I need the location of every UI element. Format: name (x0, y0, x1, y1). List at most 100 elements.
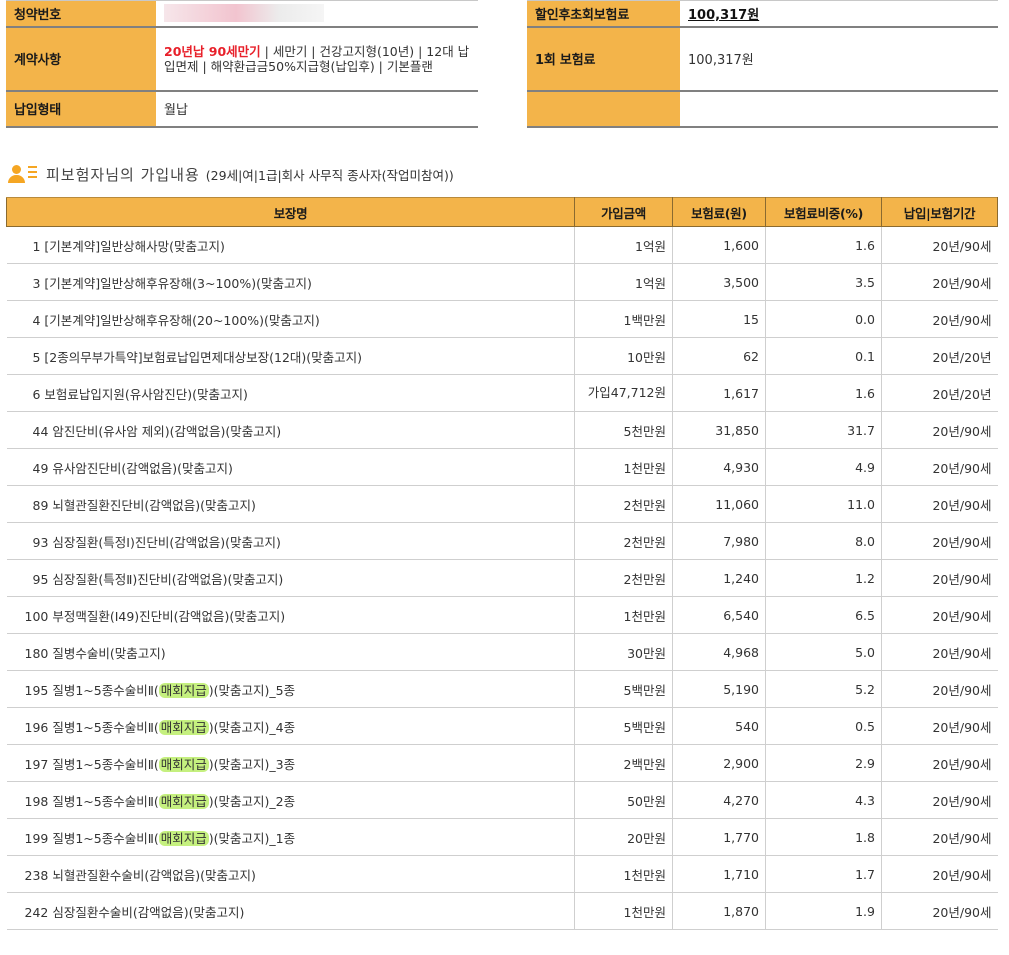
table-row: 93 심장질환(특정Ⅰ)진단비(감액없음)(맞춤고지) 2천만원 7,980 8.0 2… (6, 522, 998, 560)
premium-share: 6.5 (765, 596, 882, 634)
premium-value: 4,968 (672, 633, 766, 671)
insured-amount: 5천만원 (574, 411, 673, 449)
premium-share: 1.2 (765, 559, 882, 597)
coverage-name: 195 질병1~5종수술비Ⅱ(매회지급)(맞춤고지)_5종 (6, 670, 575, 708)
premium-value: 62 (672, 337, 766, 375)
coverage-name: 196 질병1~5종수술비Ⅱ(매회지급)(맞춤고지)_4종 (6, 707, 575, 745)
table-row: 89 뇌혈관질환진단비(감액없음)(맞춤고지) 2천만원 11,060 11.0 20년… (6, 485, 998, 523)
payment-period: 20년/90세 (881, 781, 998, 819)
coverage-header-row: 보장명 가입금액 보험료(원) 보험료비중(%) 납입|보험기간 (6, 197, 998, 227)
discounted-first-premium-label: 할인후초회보험료 (527, 0, 680, 28)
premium-share: 0.1 (765, 337, 882, 375)
insured-amount: 가입47,712원 (574, 374, 673, 412)
table-row: 5 [2종의무부가특약]보험료납입면제대상보장(12대)(맞춤고지) 10만원 62… (6, 337, 998, 375)
premium-value: 5,190 (672, 670, 766, 708)
coverage-name: 6 보험료납입지원(유사암진단)(맞춤고지) (6, 374, 575, 412)
coverage-name: 242 심장질환수술비(감액없음)(맞춤고지) (6, 892, 575, 930)
table-row: 180 질병수술비(맞춤고지) 30만원 4,968 5.0 20년/90세 (6, 633, 998, 671)
insured-amount: 1백만원 (574, 300, 673, 338)
col-premium-share: 보험료비중(%) (765, 197, 882, 227)
premium-share: 1.6 (765, 226, 882, 264)
coverage-name: 3 [기본계약]일반상해후유장해(3~100%)(맞춤고지) (6, 263, 575, 301)
coverage-name: 198 질병1~5종수술비Ⅱ(매회지급)(맞춤고지)_2종 (6, 781, 575, 819)
col-insured-amount: 가입금액 (574, 197, 673, 227)
table-row: 195 질병1~5종수술비Ⅱ(매회지급)(맞춤고지)_5종 5백만원 5,190 5.… (6, 670, 998, 708)
coverage-name: 44 암진단비(유사암 제외)(감액없음)(맞춤고지) (6, 411, 575, 449)
payment-period: 20년/20년 (881, 337, 998, 375)
insured-amount: 2백만원 (574, 744, 673, 782)
col-payment-period: 납입|보험기간 (881, 197, 998, 227)
insured-amount: 1천만원 (574, 448, 673, 486)
insured-profile: (29세|여|1급|회사 사무직 종사자(작업미참여)) (205, 167, 454, 183)
insured-amount: 1억원 (574, 226, 673, 264)
application-number-label: 청약번호 (6, 0, 156, 28)
coverage-rows: 1 [기본계약]일반상해사망(맞춤고지) 1억원 1,600 1.6 20년/90세 3 … (6, 226, 998, 930)
premium-share: 0.0 (765, 300, 882, 338)
insured-amount: 5백만원 (574, 707, 673, 745)
coverage-name: 93 심장질환(특정Ⅰ)진단비(감액없음)(맞춤고지) (6, 522, 575, 560)
contract-terms-highlight: 20년납 90세만기 (164, 43, 261, 59)
premium-value: 31,850 (672, 411, 766, 449)
table-row: 100 부정맥질환(Ⅰ49)진단비(감액없음)(맞춤고지) 1천만원 6,540 6.… (6, 596, 998, 634)
coverage-name: 4 [기본계약]일반상해후유장해(20~100%)(맞춤고지) (6, 300, 575, 338)
insured-amount: 1천만원 (574, 855, 673, 893)
coverage-name: 238 뇌혈관질환수술비(감액없음)(맞춤고지) (6, 855, 575, 893)
highlight-badge: 매회지급 (158, 719, 209, 735)
payment-type-label: 납입형태 (6, 90, 156, 128)
coverage-name: 199 질병1~5종수술비Ⅱ(매회지급)(맞춤고지)_1종 (6, 818, 575, 856)
payment-type-value: 월납 (156, 90, 478, 128)
application-number-value (156, 0, 478, 28)
coverage-name: 89 뇌혈관질환진단비(감액없음)(맞춤고지) (6, 485, 575, 523)
premium-value: 6,540 (672, 596, 766, 634)
first-premium-label: 1회 보험료 (527, 26, 680, 92)
insured-amount: 1천만원 (574, 892, 673, 930)
empty-label-cell (527, 90, 680, 128)
table-row: 199 질병1~5종수술비Ⅱ(매회지급)(맞춤고지)_1종 20만원 1,770 1.… (6, 818, 998, 856)
insured-amount: 20만원 (574, 818, 673, 856)
premium-value: 540 (672, 707, 766, 745)
premium-share: 5.2 (765, 670, 882, 708)
premium-value: 7,980 (672, 522, 766, 560)
highlight-badge: 매회지급 (158, 830, 209, 846)
insured-amount: 30만원 (574, 633, 673, 671)
premium-share: 4.3 (765, 781, 882, 819)
coverage-name: 95 심장질환(특정Ⅱ)진단비(감액없음)(맞춤고지) (6, 559, 575, 597)
premium-share: 11.0 (765, 485, 882, 523)
insured-amount: 10만원 (574, 337, 673, 375)
premium-value: 2,900 (672, 744, 766, 782)
insured-amount: 2천만원 (574, 522, 673, 560)
empty-value-cell (680, 90, 998, 128)
table-row: 95 심장질환(특정Ⅱ)진단비(감액없음)(맞춤고지) 2천만원 1,240 1.2 2… (6, 559, 998, 597)
col-coverage-name: 보장명 (6, 197, 575, 227)
payment-period: 20년/90세 (881, 596, 998, 634)
discounted-first-premium-value: 100,317원 (688, 7, 760, 23)
contract-terms-label: 계약사항 (6, 26, 156, 92)
insured-amount: 2천만원 (574, 485, 673, 523)
premium-share: 1.6 (765, 374, 882, 412)
payment-period: 20년/90세 (881, 485, 998, 523)
premium-share: 1.9 (765, 892, 882, 930)
payment-period: 20년/90세 (881, 411, 998, 449)
coverage-name: 5 [2종의무부가특약]보험료납입면제대상보장(12대)(맞춤고지) (6, 337, 575, 375)
contract-summary-table: 청약번호 계약사항 20년납 90세만기 | 세만기 | 건강고지형(10년) … (6, 0, 478, 128)
payment-period: 20년/90세 (881, 633, 998, 671)
premium-value: 1,870 (672, 892, 766, 930)
insured-coverage-heading: 피보험자님의 가입내용 (29세|여|1급|회사 사무직 종사자(작업미참여)) (6, 163, 454, 185)
payment-period: 20년/90세 (881, 448, 998, 486)
premium-value: 1,710 (672, 855, 766, 893)
premium-value: 1,617 (672, 374, 766, 412)
coverage-name: 197 질병1~5종수술비Ⅱ(매회지급)(맞춤고지)_3종 (6, 744, 575, 782)
premium-share: 1.8 (765, 818, 882, 856)
masked-application-number (164, 4, 324, 23)
payment-period: 20년/90세 (881, 818, 998, 856)
coverage-name: 100 부정맥질환(Ⅰ49)진단비(감액없음)(맞춤고지) (6, 596, 575, 634)
premium-share: 1.7 (765, 855, 882, 893)
premium-share: 2.9 (765, 744, 882, 782)
premium-value: 15 (672, 300, 766, 338)
highlight-badge: 매회지급 (158, 682, 209, 698)
premium-share: 4.9 (765, 448, 882, 486)
section-title: 피보험자님의 가입내용 (46, 165, 200, 184)
premium-value: 4,930 (672, 448, 766, 486)
contract-terms-value: 20년납 90세만기 | 세만기 | 건강고지형(10년) | 12대 납입면제… (156, 26, 478, 92)
insured-amount: 1억원 (574, 263, 673, 301)
